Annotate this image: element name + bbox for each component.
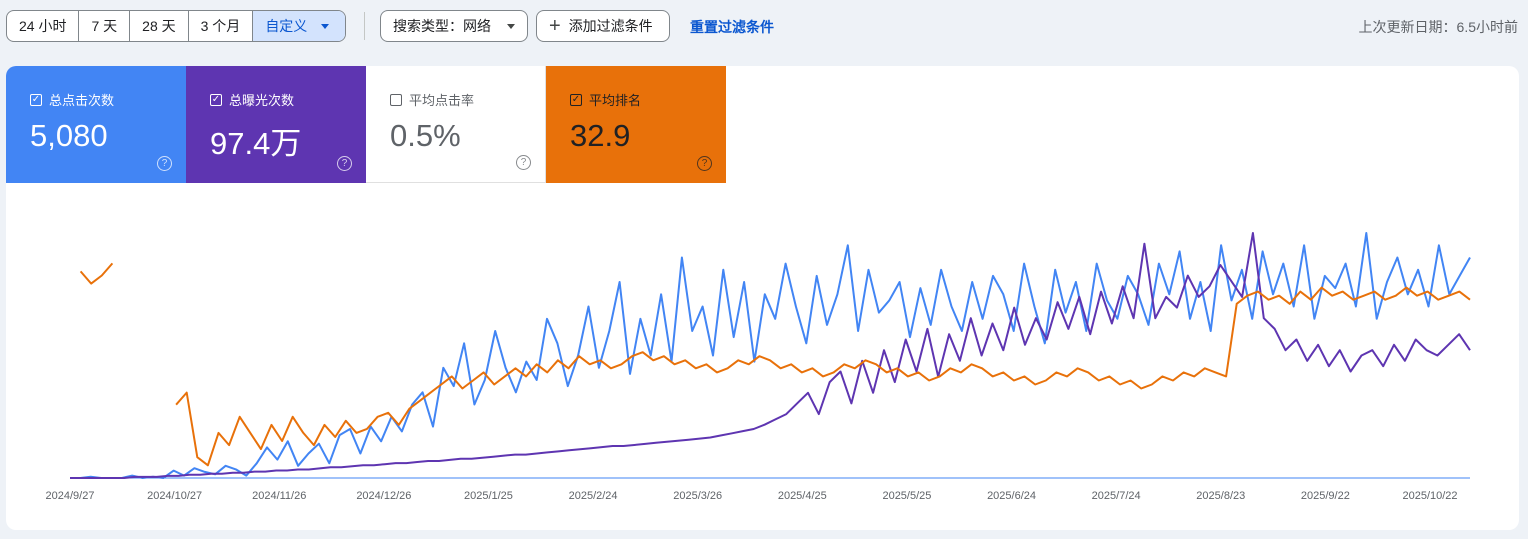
x-axis-tick-label: 2025/6/24 (987, 490, 1036, 502)
metric-label: 平均点击率 (409, 93, 475, 108)
search-type-label: 搜索类型：网络 (393, 18, 491, 34)
help-icon[interactable]: ? (337, 156, 352, 171)
x-axis-tick-label: 2024/11/26 (252, 490, 306, 502)
x-axis-tick-label: 2025/5/25 (882, 490, 931, 502)
checkbox-checked-icon[interactable]: ✓ (570, 93, 582, 106)
range-7d-button[interactable]: 7 天 (79, 11, 131, 41)
last-updated-text: 上次更新日期：6.5小时前 (1358, 19, 1518, 35)
metric-label: 总曝光次数 (229, 93, 295, 108)
help-icon[interactable]: ? (516, 155, 531, 170)
series-line-2 (79, 262, 1471, 467)
metric-label: 平均排名 (589, 93, 642, 108)
x-axis-tick-label: 2025/4/25 (778, 490, 827, 502)
reset-filters-link[interactable]: 重置过滤条件 (690, 17, 774, 37)
metric-value: 32.9 (570, 118, 631, 153)
help-icon[interactable]: ? (157, 156, 172, 171)
metric-tabs: ✓ 总点击次数 5,080 ? ✓ 总曝光次数 97.4万 ? 平均点击率 0.… (6, 66, 726, 183)
x-axis-tick-label: 2025/8/23 (1196, 490, 1245, 502)
range-custom-label: 自定义 (265, 18, 308, 34)
toolbar: 24 小时 7 天 28 天 3 个月 自定义 搜索类型：网络 + 添加过滤条件… (0, 0, 1528, 52)
metric-label-row: ✓ 总点击次数 (30, 90, 114, 109)
line-chart: 2024/9/27 2024/10/27 2024/11/26 2024/12/26 2… (46, 232, 1471, 502)
date-range-group: 24 小时 7 天 28 天 3 个月 自定义 (6, 10, 347, 42)
metric-total-clicks[interactable]: ✓ 总点击次数 5,080 ? (6, 66, 186, 183)
toolbar-divider (364, 12, 365, 40)
x-axis-tick-label: 2024/12/26 (356, 490, 411, 502)
checkbox-checked-icon[interactable]: ✓ (30, 93, 42, 106)
metric-total-impressions[interactable]: ✓ 总曝光次数 97.4万 ? (186, 66, 366, 183)
checkbox-checked-icon[interactable]: ✓ (210, 93, 222, 106)
range-3m-button[interactable]: 3 个月 (189, 11, 254, 41)
add-filter-label: 添加过滤条件 (568, 18, 653, 34)
x-axis-tick-label: 2025/10/22 (1402, 490, 1457, 502)
metric-label-row: 平均点击率 (390, 90, 474, 109)
x-axis-tick-label: 2024/10/27 (147, 490, 202, 502)
range-28d-button[interactable]: 28 天 (130, 11, 189, 41)
performance-chart: 2024/9/27 2024/10/27 2024/11/26 2024/12/26 2… (6, 183, 1519, 530)
chevron-down-icon (321, 23, 330, 29)
metric-value: 5,080 (30, 118, 108, 153)
x-axis-tick-label: 2025/1/25 (464, 490, 513, 502)
help-icon[interactable]: ? (697, 156, 712, 171)
chevron-down-icon (507, 23, 515, 29)
metric-value: 0.5% (390, 118, 461, 153)
metric-label-row: ✓ 平均排名 (570, 90, 641, 109)
x-axis-tick-label: 2025/7/24 (1092, 490, 1141, 502)
range-24h-button[interactable]: 24 小时 (7, 11, 80, 41)
metric-average-ctr[interactable]: 平均点击率 0.5% ? (366, 66, 546, 183)
plus-icon: + (549, 15, 561, 37)
metric-label-row: ✓ 总曝光次数 (210, 90, 294, 109)
metric-value: 97.4万 (210, 126, 302, 161)
x-axis-tick-label: 2024/9/27 (46, 490, 95, 502)
x-axis-tick-label: 2025/9/22 (1301, 490, 1350, 502)
range-custom-button[interactable]: 自定义 (253, 11, 346, 41)
metric-average-position[interactable]: ✓ 平均排名 32.9 ? (546, 66, 726, 183)
add-filter-button[interactable]: + 添加过滤条件 (536, 10, 670, 42)
x-axis-tick-label: 2025/2/24 (569, 490, 618, 502)
performance-card: ✓ 总点击次数 5,080 ? ✓ 总曝光次数 97.4万 ? 平均点击率 0.… (6, 66, 1519, 530)
checkbox-unchecked-icon[interactable] (390, 93, 402, 106)
metric-label: 总点击次数 (49, 93, 115, 108)
x-axis-tick-label: 2025/3/26 (673, 490, 722, 502)
search-type-dropdown[interactable]: 搜索类型：网络 (380, 10, 528, 42)
series-line-0 (70, 232, 1471, 479)
